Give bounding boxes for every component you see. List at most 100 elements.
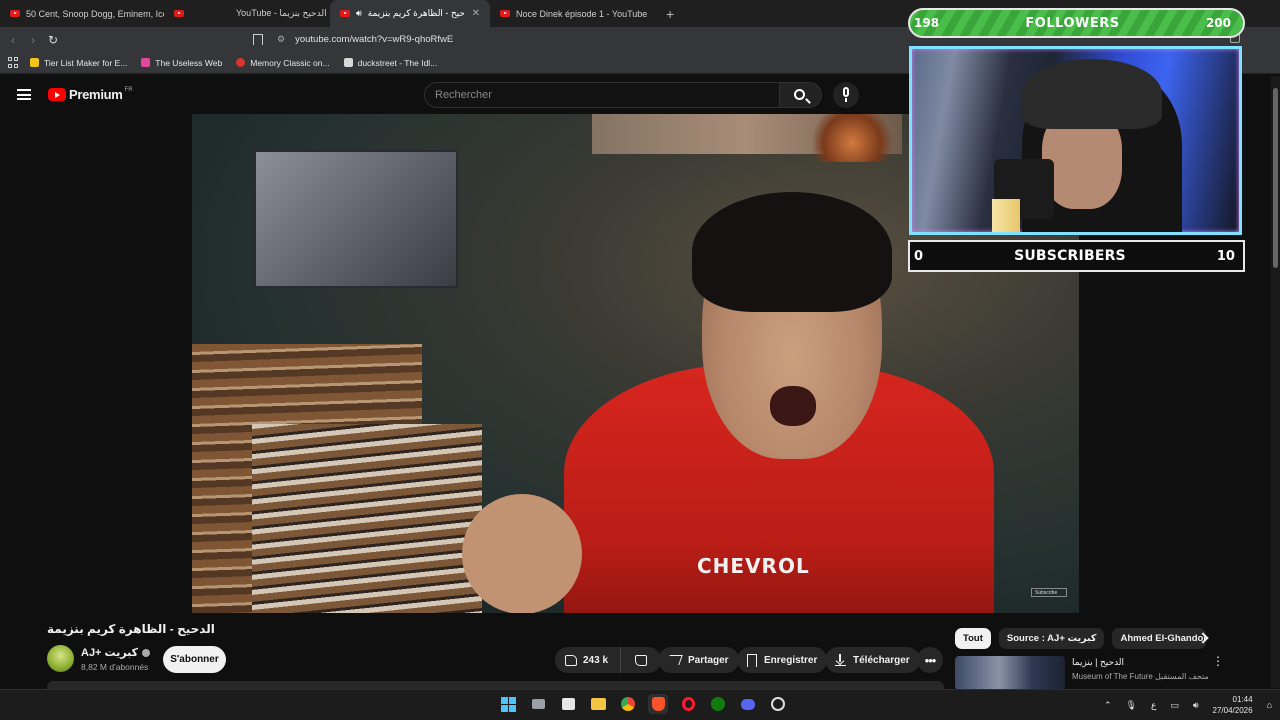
tab-label: YouTube - الدحيح بنزيما — [236, 8, 327, 18]
recommendation-thumbnail[interactable] — [955, 656, 1065, 690]
chip-related[interactable]: Ahmed El-Ghandour — [1112, 628, 1207, 649]
omnibox[interactable]: ⚙︎ youtube.com/watch?v=wR9-qhoRfwE — [253, 30, 873, 49]
download-button[interactable]: Télécharger — [825, 647, 920, 673]
chip-source[interactable]: Source : AJ+ كبريت — [998, 628, 1105, 649]
browser-tab-3[interactable]: 🔊︎ الدحيح - الظاهرة كريم بنزيمة - ✕ — [330, 0, 490, 27]
volume-icon[interactable]: 🔊︎ — [1193, 700, 1199, 711]
youtube-favicon-icon — [10, 10, 20, 17]
site-info-icon[interactable]: ⚙︎ — [277, 34, 285, 45]
bookmark-label: Tier List Maker for E... — [44, 57, 128, 68]
bookmark-favicon-icon — [343, 58, 353, 67]
notification-icon[interactable]: ⌂ — [1267, 700, 1272, 710]
channel-name-row[interactable]: AJ+ كبريت — [81, 646, 151, 659]
followers-current: 198 — [914, 16, 940, 30]
screen: 50 Cent, Snoop Dogg, Eminem, Ice C YouTu… — [0, 0, 1280, 720]
followers-goal-bar: 198 FOLLOWERS 200 — [908, 8, 1245, 38]
like-button[interactable]: 243 k — [555, 647, 622, 673]
opera-icon[interactable] — [678, 694, 698, 714]
network-icon[interactable]: ▭ — [1170, 700, 1179, 711]
logo-text: Premium — [69, 87, 123, 102]
chip-all[interactable]: Tout — [955, 628, 991, 649]
recommendation-title[interactable]: الدحيح | بنزيما — [1072, 657, 1124, 668]
bookmark-favicon-icon — [141, 58, 151, 67]
clock[interactable]: 01:44 27/04/2026 — [1213, 694, 1253, 716]
bookmark-icon[interactable] — [253, 34, 263, 45]
obs-icon[interactable] — [768, 694, 788, 714]
save-icon — [747, 653, 757, 667]
tab-label: الدحيح - الظاهرة كريم بنزيمة - — [367, 8, 464, 18]
scrollbar-thumb[interactable] — [1273, 88, 1278, 268]
bookmark-label: Memory Classic on... — [250, 57, 330, 68]
subscribers-label: SUBSCRIBERS — [1014, 248, 1126, 264]
reload-icon[interactable]: ↻ — [43, 33, 63, 47]
back-icon[interactable]: ‹ — [3, 33, 23, 47]
bookmark-label: duckstreet - The Idl... — [357, 57, 438, 68]
bookmark-item[interactable]: Memory Classic on... — [236, 57, 330, 68]
share-button[interactable]: Partager — [658, 647, 739, 673]
bookmark-favicon-icon — [30, 58, 39, 67]
youtube-favicon-icon — [340, 10, 350, 17]
bookmark-item[interactable]: duckstreet - The Idl... — [343, 57, 438, 68]
store-icon[interactable] — [558, 694, 578, 714]
system-tray: ⌃ 🎙︎ ع ▭ 🔊︎ 01:44 27/04/2026 ⌂ — [1104, 694, 1272, 716]
video-scene-books-front — [252, 424, 482, 613]
channel-name[interactable]: AJ+ كبريت — [81, 646, 138, 659]
save-label: Enregistrer — [764, 654, 818, 666]
forward-icon[interactable]: › — [23, 33, 43, 47]
url-text: youtube.com/watch?v=wR9-qhoRfwE — [295, 34, 454, 45]
task-view-icon[interactable] — [528, 694, 548, 714]
brave-icon[interactable] — [648, 694, 668, 714]
clock-date: 27/04/2026 — [1212, 706, 1253, 715]
file-explorer-icon[interactable] — [588, 694, 608, 714]
youtube-play-icon — [48, 88, 66, 101]
search-button[interactable] — [780, 82, 822, 108]
chrome-icon[interactable] — [618, 694, 638, 714]
recommendation-channel[interactable]: Museum of The Future متحف المستقبل — [1072, 672, 1209, 681]
webcam-light — [992, 199, 1020, 232]
subscribers-goal-bar: 0 SUBSCRIBERS 10 — [908, 240, 1245, 272]
bookmark-item[interactable]: The Useless Web — [141, 58, 222, 68]
like-count: 243 k — [583, 654, 609, 666]
youtube-favicon-icon — [500, 10, 510, 17]
thumbs-up-icon — [565, 654, 577, 666]
save-button[interactable]: Enregistrer — [737, 647, 828, 673]
audio-icon: 🔊︎ — [356, 8, 362, 18]
download-group: Télécharger — [825, 647, 920, 673]
chevron-up-icon[interactable]: ⌃ — [1104, 700, 1112, 711]
search-icon — [794, 89, 805, 100]
tab-label: 50 Cent, Snoop Dogg, Eminem, Ice C — [26, 8, 164, 19]
recommendation-menu-icon[interactable]: ⋮ — [1212, 655, 1224, 667]
more-actions-button[interactable]: ••• — [917, 647, 943, 673]
hamburger-menu-icon[interactable] — [17, 89, 31, 100]
subscribe-button[interactable]: S'abonner — [163, 646, 226, 673]
close-tab-icon[interactable]: ✕ — [472, 8, 480, 19]
region-code: FR — [124, 87, 133, 93]
subscribers-goal: 10 — [1216, 248, 1235, 264]
youtube-premium-logo[interactable]: Premium FR — [48, 87, 133, 102]
video-scene-mouth — [770, 386, 816, 426]
video-scene-hand — [462, 494, 582, 613]
video-scene-hair — [692, 192, 892, 312]
xbox-icon[interactable] — [708, 694, 728, 714]
search-input[interactable]: Rechercher — [424, 82, 780, 108]
browser-tab-4[interactable]: Noce Dinek épisode 1 - YouTube — [490, 0, 656, 27]
tab-label: Noce Dinek épisode 1 - YouTube — [516, 8, 648, 19]
microphone-icon[interactable]: 🎙︎ — [1126, 700, 1137, 711]
new-tab-button[interactable]: + — [656, 6, 684, 22]
apps-grid-icon[interactable] — [8, 56, 20, 69]
input-language-indicator[interactable]: ع — [1151, 700, 1156, 711]
start-icon[interactable] — [498, 694, 518, 714]
discord-icon[interactable] — [738, 694, 758, 714]
browser-tab-2[interactable]: YouTube - الدحيح بنزيما — [164, 0, 330, 27]
subscribe-watermark[interactable]: Subscribe — [1031, 588, 1067, 597]
bookmark-label: The Useless Web — [155, 57, 223, 68]
page-scrollbar[interactable] — [1271, 76, 1280, 688]
channel-avatar[interactable] — [47, 645, 74, 672]
voice-search-icon[interactable] — [833, 82, 859, 108]
dislike-button[interactable] — [621, 647, 662, 673]
description-box[interactable] — [47, 681, 944, 689]
webcam-person-cap — [1022, 59, 1162, 129]
browser-tab-1[interactable]: 50 Cent, Snoop Dogg, Eminem, Ice C — [0, 0, 164, 27]
download-icon — [835, 654, 846, 666]
bookmark-item[interactable]: Tier List Maker for E... — [30, 58, 127, 68]
